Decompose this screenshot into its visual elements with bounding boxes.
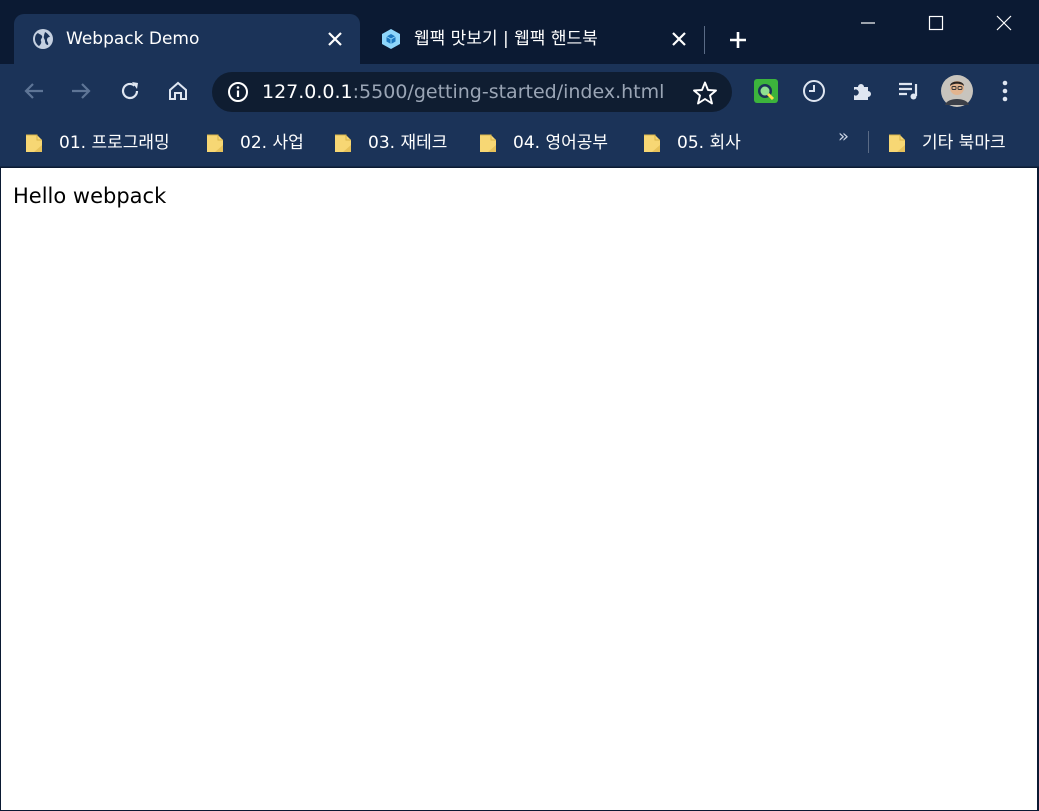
arrow-left-icon xyxy=(24,83,43,99)
home-button[interactable] xyxy=(161,74,195,108)
maximize-icon xyxy=(928,15,944,31)
bookmarks-bar: 01. 프로그래밍 02. 사업 03. 재테크 04. 영어공부 05. 회사… xyxy=(0,119,1039,167)
address-bar[interactable]: 127.0.0.1:5500/getting-started/index.htm… xyxy=(212,72,732,112)
menu-button[interactable] xyxy=(988,74,1022,108)
folder-icon xyxy=(889,134,905,152)
tab-webpack-demo[interactable]: Webpack Demo xyxy=(14,14,360,64)
bookmark-folder[interactable]: 03. 재테크 xyxy=(334,129,447,157)
bookmark-star-icon[interactable] xyxy=(692,80,718,106)
bookmark-folder[interactable]: 02. 사업 xyxy=(206,129,304,157)
address-url[interactable]: 127.0.0.1:5500/getting-started/index.htm… xyxy=(262,79,664,105)
tab-title: Webpack Demo xyxy=(66,29,200,49)
clock-icon xyxy=(803,80,825,102)
page-viewport: Hello webpack xyxy=(1,168,1037,810)
folder-icon xyxy=(207,134,223,152)
bookmark-folder[interactable]: 01. 프로그래밍 xyxy=(25,129,170,157)
bookmarks-overflow-button[interactable]: » xyxy=(838,126,849,147)
url-path: :5500/getting-started/index.html xyxy=(352,81,665,103)
bookmark-label: 04. 영어공부 xyxy=(513,133,608,153)
minimize-icon xyxy=(861,22,875,24)
toolbar: 127.0.0.1:5500/getting-started/index.htm… xyxy=(0,64,1039,119)
tab-strip: Webpack Demo 웹팩 맛보기 | 웹팩 핸드북 xyxy=(0,0,1039,64)
other-bookmarks-folder[interactable]: 기타 북마크 xyxy=(888,129,1006,157)
minimize-button[interactable] xyxy=(835,0,901,46)
media-control-button[interactable] xyxy=(892,74,926,108)
reload-icon xyxy=(121,82,139,100)
reload-button[interactable] xyxy=(113,74,147,108)
close-tab-icon[interactable] xyxy=(324,28,346,50)
extension-button[interactable] xyxy=(749,74,783,108)
tab-webpack-handbook[interactable]: 웹팩 맛보기 | 웹팩 핸드북 xyxy=(362,14,702,64)
maximize-button[interactable] xyxy=(903,0,969,46)
playlist-icon xyxy=(899,82,918,100)
close-tab-icon[interactable] xyxy=(668,28,690,50)
globe-icon xyxy=(31,27,55,51)
bookmark-label: 02. 사업 xyxy=(240,133,304,153)
folder-icon xyxy=(335,134,351,152)
close-icon xyxy=(996,15,1012,31)
close-window-button[interactable] xyxy=(971,0,1037,46)
url-host: 127.0.0.1 xyxy=(262,81,353,103)
new-tab-button[interactable] xyxy=(722,24,754,56)
info-icon[interactable] xyxy=(226,80,250,104)
bookmark-label: 03. 재테크 xyxy=(368,133,448,153)
browser-window: Webpack Demo 웹팩 맛보기 | 웹팩 핸드북 127.0.0.1:5… xyxy=(0,0,1039,811)
arrow-right-icon xyxy=(72,83,91,99)
timer-extension-button[interactable] xyxy=(797,74,831,108)
tab-separator xyxy=(704,26,705,54)
page-text: Hello webpack xyxy=(13,184,167,208)
folder-icon xyxy=(26,134,42,152)
bookmark-label: 05. 회사 xyxy=(677,133,741,153)
puzzle-icon xyxy=(854,84,871,100)
bookmark-folder[interactable]: 05. 회사 xyxy=(643,129,741,157)
folder-icon xyxy=(480,134,496,152)
back-button[interactable] xyxy=(17,74,51,108)
bookmark-folder[interactable]: 04. 영어공부 xyxy=(479,129,608,157)
other-bookmarks-label: 기타 북마크 xyxy=(922,133,1006,153)
home-icon xyxy=(169,81,187,100)
avatar-icon xyxy=(941,75,973,107)
bookmark-label: 01. 프로그래밍 xyxy=(59,133,170,153)
extensions-button[interactable] xyxy=(845,74,879,108)
kebab-menu-icon xyxy=(1002,80,1008,102)
green-extension-icon xyxy=(754,79,778,103)
profile-avatar[interactable] xyxy=(940,74,974,108)
tab-title: 웹팩 맛보기 | 웹팩 핸드북 xyxy=(414,29,598,49)
plus-icon xyxy=(730,32,746,48)
folder-icon xyxy=(644,134,660,152)
webpack-cube-icon xyxy=(379,27,403,51)
bookmarks-separator xyxy=(868,131,869,153)
forward-button[interactable] xyxy=(64,74,98,108)
